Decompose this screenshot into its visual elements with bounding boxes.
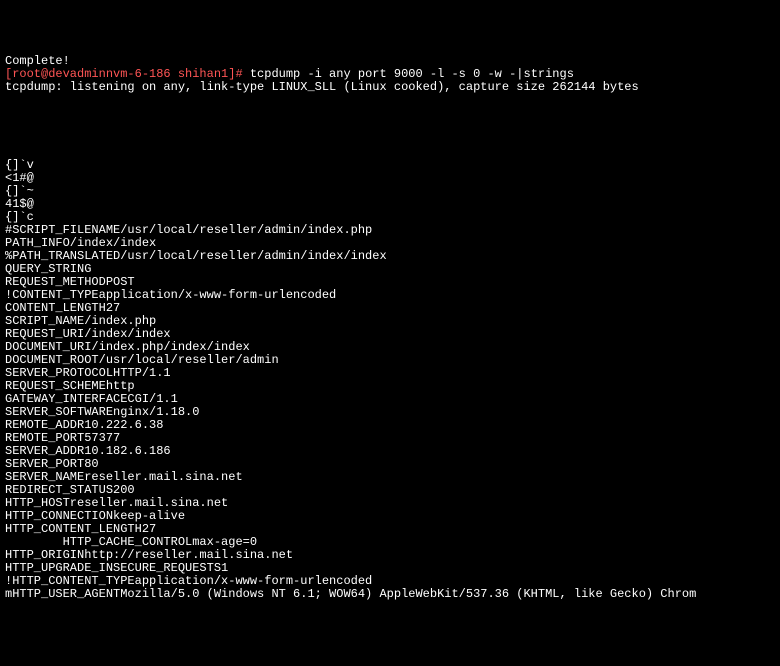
terminal-line: <1#@ (5, 172, 775, 185)
terminal-line (5, 107, 775, 120)
terminal-text: CONTENT_LENGTH27 (5, 301, 120, 315)
terminal-text: SERVER_ADDR10.182.6.186 (5, 444, 171, 458)
terminal-text: <1#@ (5, 171, 34, 185)
terminal-text: SERVER_SOFTWAREnginx/1.18.0 (5, 405, 199, 419)
terminal-line: SERVER_ADDR10.182.6.186 (5, 445, 775, 458)
terminal-text: [root@devadminnvm-6-186 shihan1]# (5, 67, 250, 81)
terminal-text: %PATH_TRANSLATED/usr/local/reseller/admi… (5, 249, 387, 263)
terminal-text: {]`c (5, 210, 34, 224)
terminal-line: REMOTE_ADDR10.222.6.38 (5, 419, 775, 432)
terminal-text: tcpdump: listening on any, link-type LIN… (5, 80, 639, 94)
terminal-line: 41$@ (5, 198, 775, 211)
terminal-line (5, 146, 775, 159)
terminal-text: Complete! (5, 54, 70, 68)
terminal-line: mHTTP_USER_AGENTMozilla/5.0 (Windows NT … (5, 588, 775, 601)
terminal-text: REMOTE_PORT57377 (5, 431, 120, 445)
terminal-text: 41$@ (5, 197, 34, 211)
terminal-line: {]`v (5, 159, 775, 172)
terminal-text: SERVER_PORT80 (5, 457, 99, 471)
terminal-text: HTTP_CONNECTIONkeep-alive (5, 509, 185, 523)
terminal-text: HTTP_UPGRADE_INSECURE_REQUESTS1 (5, 561, 228, 575)
terminal-text: mHTTP_USER_AGENTMozilla/5.0 (Windows NT … (5, 587, 696, 601)
terminal-text: !HTTP_CONTENT_TYPEapplication/x-www-form… (5, 574, 372, 588)
terminal-text: {]`v (5, 158, 34, 172)
terminal-line: {]`~ (5, 185, 775, 198)
terminal-text: REQUEST_SCHEMEhttp (5, 379, 135, 393)
terminal-text: REMOTE_ADDR10.222.6.38 (5, 418, 163, 432)
terminal-text: HTTP_ORIGINhttp://reseller.mail.sina.net (5, 548, 293, 562)
terminal-line: !CONTENT_TYPEapplication/x-www-form-urle… (5, 289, 775, 302)
terminal-text: SCRIPT_NAME/index.php (5, 314, 156, 328)
terminal-text: DOCUMENT_ROOT/usr/local/reseller/admin (5, 353, 279, 367)
terminal-text: #SCRIPT_FILENAME/usr/local/reseller/admi… (5, 223, 372, 237)
terminal-line (5, 120, 775, 133)
terminal-text: REDIRECT_STATUS200 (5, 483, 135, 497)
terminal-text: SERVER_NAMEreseller.mail.sina.net (5, 470, 243, 484)
terminal-text: !CONTENT_TYPEapplication/x-www-form-urle… (5, 288, 336, 302)
terminal-output[interactable]: Complete![root@devadminnvm-6-186 shihan1… (5, 55, 775, 601)
terminal-text: GATEWAY_INTERFACECGI/1.1 (5, 392, 178, 406)
terminal-text: HTTP_HOSTreseller.mail.sina.net (5, 496, 228, 510)
terminal-text: HTTP_CACHE_CONTROLmax-age=0 (5, 535, 257, 549)
terminal-text: DOCUMENT_URI/index.php/index/index (5, 340, 250, 354)
terminal-line: %PATH_TRANSLATED/usr/local/reseller/admi… (5, 250, 775, 263)
terminal-line (5, 94, 775, 107)
terminal-line: tcpdump: listening on any, link-type LIN… (5, 81, 775, 94)
terminal-text: REQUEST_URI/index/index (5, 327, 171, 341)
terminal-line (5, 133, 775, 146)
terminal-text: QUERY_STRING (5, 262, 91, 276)
terminal-text: REQUEST_METHODPOST (5, 275, 135, 289)
terminal-text: {]`~ (5, 184, 34, 198)
terminal-text: tcpdump -i any port 9000 -l -s 0 -w -|st… (250, 67, 574, 81)
terminal-text: PATH_INFO/index/index (5, 236, 156, 250)
terminal-text: SERVER_PROTOCOLHTTP/1.1 (5, 366, 171, 380)
terminal-text: HTTP_CONTENT_LENGTH27 (5, 522, 156, 536)
